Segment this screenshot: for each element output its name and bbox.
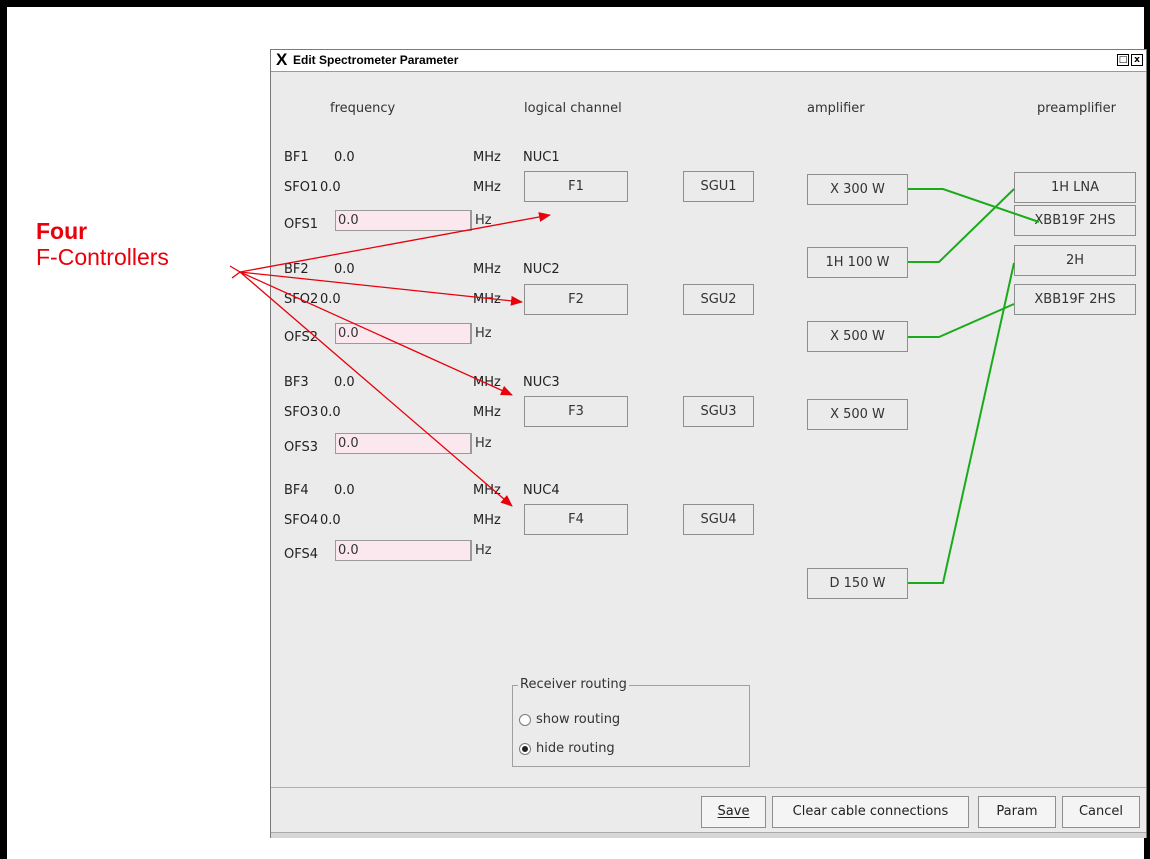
arrow-to-f3 xyxy=(239,271,513,396)
annotation-arrows xyxy=(229,212,551,507)
arrow-to-f4 xyxy=(239,271,513,507)
arrow-to-f1 xyxy=(239,212,551,273)
arrow-to-f2 xyxy=(239,271,523,306)
annotation-tail xyxy=(229,265,242,279)
